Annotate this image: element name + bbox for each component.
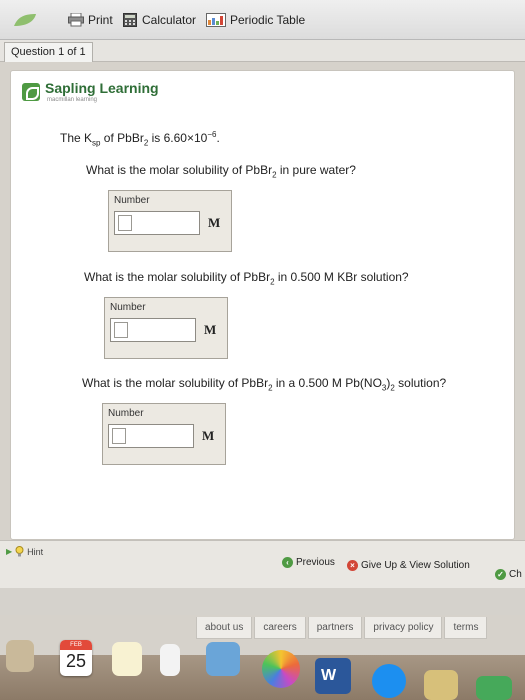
dock-contacts-icon[interactable] [6, 640, 34, 672]
dock-photos-icon[interactable] [262, 650, 300, 688]
give-up-label: Give Up & View Solution [361, 560, 470, 571]
brand-subtitle: macmillan learning [47, 97, 98, 103]
ksp-compound: of PbBr [100, 131, 144, 145]
hint-button[interactable]: ▶ Hint [6, 546, 43, 557]
sapling-leaf-icon [14, 14, 36, 26]
footer-link-careers[interactable]: careers [254, 617, 306, 639]
hint-bulb-icon [15, 546, 24, 557]
part-3-text-end: solution? [394, 376, 447, 390]
footer-link-terms[interactable]: terms [444, 617, 488, 639]
footer-link-about[interactable]: about us [196, 617, 253, 639]
calculator-icon [123, 13, 137, 27]
calendar-month: FEB [60, 640, 92, 650]
answer-box-3: Number M [102, 403, 226, 465]
word-letter: W [321, 667, 337, 684]
answer-1-field[interactable] [114, 211, 200, 235]
answer-3-label: Number [108, 408, 144, 419]
printer-icon [68, 13, 84, 27]
previous-button[interactable]: ‹ Previous [282, 557, 335, 568]
ksp-statement: The Ksp of PbBr2 is 6.60×10−6. [60, 130, 220, 147]
footer-background [0, 588, 525, 615]
answer-box-1: Number M [108, 190, 232, 252]
question-part-1: What is the molar solubility of PbBr2 in… [86, 163, 356, 179]
calculator-button[interactable]: Calculator [122, 13, 196, 27]
check-answer-button[interactable]: ✓ Ch [495, 569, 522, 580]
periodic-table-icon [206, 13, 226, 27]
ksp-value: is 6.60×10 [148, 131, 208, 145]
check-label: Ch [509, 569, 522, 580]
part-1-text: What is the molar solubility of PbBr [86, 163, 273, 177]
sapling-logo-icon [22, 83, 40, 101]
navigation-bar: ▶ Hint ‹ Previous × Give Up & View Solut… [0, 540, 525, 588]
dock-reminders-icon[interactable] [160, 644, 180, 676]
brand-name: Sapling Learning [45, 80, 159, 96]
dock-facetime-icon[interactable] [476, 676, 512, 700]
footer-links: about us careers partners privacy policy… [196, 617, 489, 639]
footer-link-partners[interactable]: partners [307, 617, 363, 639]
give-up-x-icon: × [347, 560, 358, 571]
answer-2-input[interactable] [114, 322, 128, 338]
periodic-table-button[interactable]: Periodic Table [206, 13, 305, 27]
dock-preview-icon[interactable] [206, 642, 240, 676]
check-icon: ✓ [495, 569, 506, 580]
print-label: Print [88, 13, 113, 27]
ksp-period: . [216, 131, 220, 145]
answer-1-unit: M [208, 215, 221, 230]
part-3-text: What is the molar solubility of PbBr [82, 376, 269, 390]
answer-3-input[interactable] [112, 428, 126, 444]
sapling-brand: Sapling Learning macmillan learning [22, 80, 159, 103]
previous-arrow-icon: ‹ [282, 557, 293, 568]
calendar-day: 25 [65, 651, 87, 671]
dock-word-icon[interactable]: W [315, 658, 351, 694]
part-1-text-end: in pure water? [276, 163, 356, 177]
print-button[interactable]: Print [68, 13, 113, 27]
answer-1-label: Number [114, 195, 150, 206]
periodic-table-label: Periodic Table [230, 13, 306, 27]
question-tab[interactable]: Question 1 of 1 [4, 42, 93, 62]
dock-messages-icon[interactable] [372, 664, 406, 698]
dock-calendar-icon[interactable]: FEB 25 [60, 640, 92, 676]
top-toolbar: Print Calculator Periodic Table [0, 0, 525, 40]
answer-2-field[interactable] [110, 318, 196, 342]
question-tab-bar: Question 1 of 1 [0, 40, 525, 62]
footer-link-privacy[interactable]: privacy policy [364, 617, 443, 639]
part-2-text: What is the molar solubility of PbBr [84, 270, 271, 284]
question-part-3: What is the molar solubility of PbBr2 in… [82, 376, 446, 392]
previous-label: Previous [296, 557, 335, 568]
hint-label: Hint [27, 546, 44, 557]
dock-app-icon[interactable] [424, 670, 458, 700]
give-up-button[interactable]: × Give Up & View Solution [347, 560, 470, 571]
ksp-prefix: The K [60, 131, 93, 145]
play-arrow-icon: ▶ [6, 547, 13, 556]
calculator-label: Calculator [142, 13, 197, 27]
answer-3-unit: M [202, 428, 215, 443]
answer-1-input[interactable] [118, 215, 132, 231]
question-part-2: What is the molar solubility of PbBr2 in… [84, 270, 409, 286]
answer-box-2: Number M [104, 297, 228, 359]
dock-notes-icon[interactable] [112, 642, 142, 676]
answer-2-label: Number [110, 302, 146, 313]
part-3-text-mid: in a 0.500 M Pb(NO [272, 376, 382, 390]
answer-2-unit: M [204, 322, 217, 337]
answer-3-field[interactable] [108, 424, 194, 448]
part-2-text-end: in 0.500 M KBr solution? [274, 270, 409, 284]
